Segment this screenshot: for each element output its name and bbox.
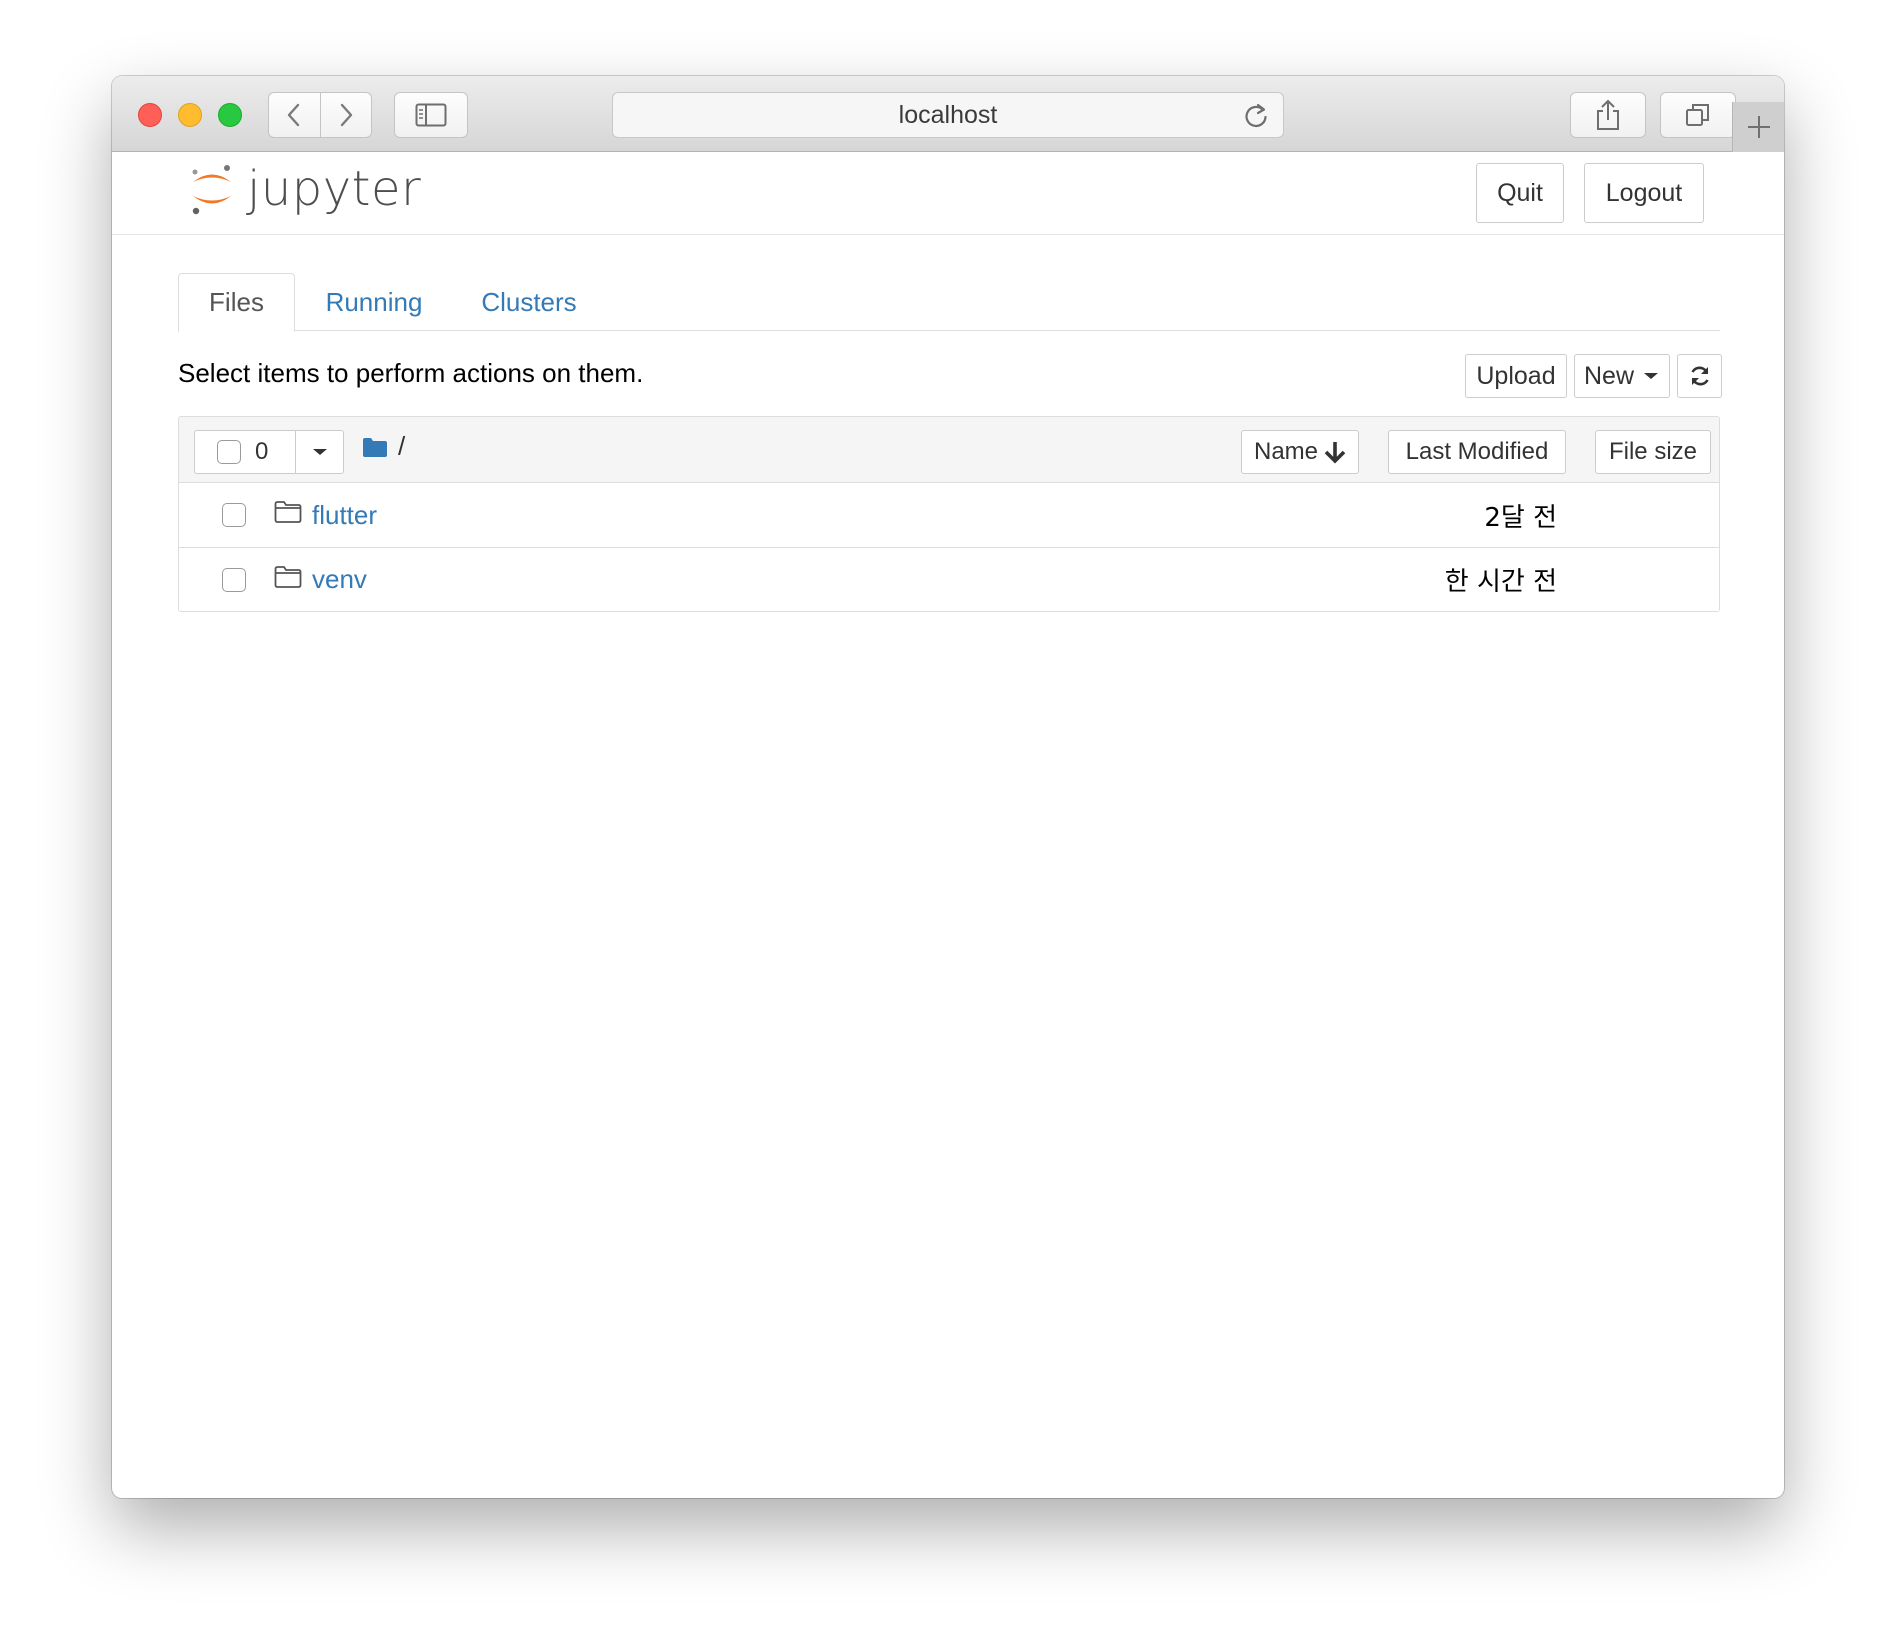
tab-clusters[interactable]: Clusters [470,273,588,332]
row-checkbox[interactable] [222,567,246,592]
close-window-button[interactable] [138,103,162,127]
reload-icon[interactable] [1241,101,1271,131]
jupyter-logo-icon [192,165,231,215]
breadcrumb-path[interactable]: / [398,431,405,462]
sort-name-label: Name [1253,438,1319,465]
row-checkbox[interactable] [222,503,246,527]
sort-by-last-modified-button[interactable]: Last Modified [1388,430,1566,474]
list-item[interactable]: venv 한 시간 전 [179,547,1719,611]
breadcrumb: / [362,431,405,462]
file-list: 0 / Name Last Modified File size flutter… [178,416,1720,612]
minimize-window-button[interactable] [178,103,202,127]
browser-titlebar: localhost [112,76,1784,152]
sort-by-file-size-button[interactable]: File size [1595,430,1711,474]
folder-icon [274,566,302,588]
file-last-modified: 2달 전 [1484,502,1557,533]
file-name-link[interactable]: venv [312,564,367,595]
plus-icon [1747,116,1770,138]
file-name-link[interactable]: flutter [312,500,377,531]
folder-filled-icon[interactable] [362,436,388,458]
refresh-icon [1690,366,1709,386]
new-tab-button[interactable] [1732,102,1784,152]
caret-down-icon [1644,373,1658,379]
select-all-toggle[interactable]: 0 [195,431,295,473]
tab-running[interactable]: Running [310,273,438,332]
selection-menu-button[interactable] [295,431,343,473]
show-tabs-button[interactable] [1660,92,1736,138]
quit-button[interactable]: Quit [1476,163,1564,223]
select-all-group: 0 [194,430,344,474]
chevron-right-icon [340,103,352,127]
selected-count: 0 [255,438,269,465]
jupyter-header: jupyter Quit Logout [112,153,1784,235]
jupyter-logo-text: jupyter [247,161,422,217]
select-all-checkbox[interactable] [217,440,241,464]
refresh-button[interactable] [1677,354,1722,398]
new-dropdown-button[interactable]: New [1574,354,1670,398]
new-button-label: New [1583,361,1634,390]
zoom-window-button[interactable] [218,103,242,127]
sidebar-icon [415,103,447,127]
share-button[interactable] [1570,92,1646,138]
forward-button[interactable] [319,93,372,137]
caret-down-icon [312,449,327,455]
sidebar-toggle-button[interactable] [394,92,468,138]
chevron-left-icon [288,103,300,127]
back-button[interactable] [269,93,320,137]
upload-button[interactable]: Upload [1465,354,1567,398]
list-item[interactable]: flutter 2달 전 [179,483,1719,547]
dashboard-tabs: Files Running Clusters [178,273,1720,332]
sort-by-name-button[interactable]: Name [1241,430,1359,474]
arrow-down-icon [1324,442,1346,464]
history-nav-group [268,92,372,138]
jupyter-logo[interactable]: jupyter [187,161,421,217]
tab-files[interactable]: Files [178,273,295,332]
share-icon [1597,99,1619,130]
folder-icon [274,501,302,523]
address-bar[interactable]: localhost [612,92,1284,138]
file-last-modified: 한 시간 전 [1444,567,1557,597]
selection-hint: Select items to perform actions on them. [178,358,644,388]
address-bar-url: localhost [898,100,998,129]
logout-button[interactable]: Logout [1584,163,1704,223]
file-list-header: 0 / Name Last Modified File size [179,417,1719,483]
tabs-overview-icon [1686,104,1709,126]
browser-window: localhost jupyter Quit Logout Files Runn… [112,76,1784,1498]
